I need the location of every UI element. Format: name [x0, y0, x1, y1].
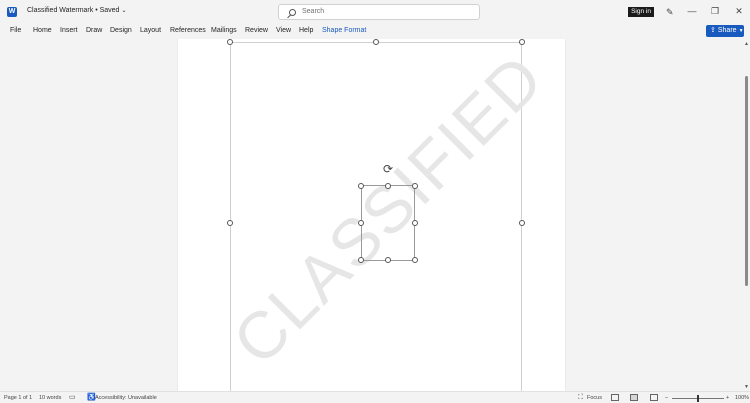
shape-selection-box[interactable] — [361, 185, 415, 261]
shape-handle-top-right[interactable] — [412, 183, 418, 189]
resize-handle-right[interactable] — [519, 220, 525, 226]
scroll-down-icon[interactable]: ▼ — [743, 384, 750, 390]
shape-handle-bottom[interactable] — [385, 257, 391, 263]
search-icon — [289, 9, 296, 16]
document-canvas[interactable]: CLASSIFIED ⟳ — [0, 39, 743, 391]
vertical-scrollbar[interactable]: ▲ ▼ — [743, 39, 750, 391]
focus-icon: ⛶ — [578, 394, 583, 401]
document-title[interactable]: Classified Watermark • Saved ⌄ — [27, 7, 126, 14]
tab-review[interactable]: Review — [245, 27, 268, 34]
sign-in-button[interactable]: Sign in — [628, 7, 654, 17]
rotate-handle-icon[interactable]: ⟳ — [382, 163, 394, 175]
share-button[interactable]: ⇪ Share ▼ — [706, 25, 744, 37]
tab-insert[interactable]: Insert — [60, 27, 78, 34]
search-box[interactable]: Search — [278, 4, 480, 20]
resize-handle-top-left[interactable] — [227, 39, 233, 45]
share-icon: ⇪ — [710, 27, 716, 34]
accessibility-status[interactable]: Accessibility: Unavailable — [95, 395, 157, 401]
zoom-level[interactable]: 100% — [735, 395, 749, 401]
chevron-down-icon: ▼ — [738, 28, 744, 34]
tab-home[interactable]: Home — [33, 27, 52, 34]
page-count[interactable]: Page 1 of 1 — [4, 395, 32, 401]
shape-handle-bottom-right[interactable] — [412, 257, 418, 263]
scroll-up-icon[interactable]: ▲ — [743, 41, 750, 47]
tab-view[interactable]: View — [276, 27, 291, 34]
title-bar: W Classified Watermark • Saved ⌄ Search S… — [0, 0, 750, 24]
close-button[interactable]: ✕ — [732, 4, 746, 18]
status-bar: Page 1 of 1 10 words ▭ ♿ Accessibility: … — [0, 391, 750, 403]
zoom-in-button[interactable]: + — [726, 395, 729, 401]
shape-handle-left[interactable] — [358, 220, 364, 226]
zoom-slider-thumb[interactable] — [697, 395, 699, 402]
tab-references[interactable]: References — [170, 27, 206, 34]
tab-design[interactable]: Design — [110, 27, 132, 34]
web-layout-button[interactable] — [650, 394, 658, 401]
document-page[interactable]: CLASSIFIED ⟳ — [178, 39, 565, 391]
share-label: Share — [717, 27, 737, 34]
print-layout-button[interactable] — [630, 394, 638, 401]
shape-handle-right[interactable] — [412, 220, 418, 226]
search-placeholder: Search — [302, 8, 325, 15]
pen-icon[interactable]: ✎ — [666, 7, 674, 17]
tab-shape-format[interactable]: Shape Format — [322, 27, 366, 34]
shape-handle-top[interactable] — [385, 183, 391, 189]
tab-mailings[interactable]: Mailings — [211, 27, 237, 34]
chevron-down-icon: ⌄ — [121, 8, 127, 14]
focus-button[interactable]: Focus — [587, 395, 602, 401]
zoom-out-button[interactable]: – — [665, 395, 668, 401]
shape-handle-bottom-left[interactable] — [358, 257, 364, 263]
ribbon-tabs: File Home Insert Draw Design Layout Refe… — [0, 25, 750, 39]
minimize-button[interactable]: — — [685, 4, 699, 18]
proofing-icon[interactable]: ▭ — [69, 394, 76, 401]
resize-handle-top[interactable] — [373, 39, 379, 45]
tab-draw[interactable]: Draw — [86, 27, 102, 34]
document-title-text: Classified Watermark • Saved — [27, 7, 120, 14]
read-mode-button[interactable] — [611, 394, 619, 401]
tab-help[interactable]: Help — [299, 27, 313, 34]
resize-handle-top-right[interactable] — [519, 39, 525, 45]
tab-layout[interactable]: Layout — [140, 27, 161, 34]
word-logo-icon: W — [7, 7, 17, 17]
resize-handle-left[interactable] — [227, 220, 233, 226]
shape-handle-top-left[interactable] — [358, 183, 364, 189]
restore-button[interactable]: ❐ — [708, 4, 722, 18]
word-count[interactable]: 10 words — [39, 395, 61, 401]
tab-file[interactable]: File — [10, 27, 21, 34]
scroll-thumb[interactable] — [745, 76, 748, 286]
